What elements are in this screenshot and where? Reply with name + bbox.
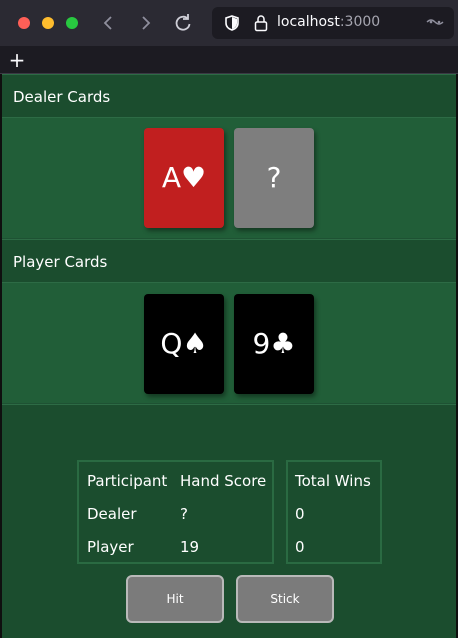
player-card-1: Q♠ [144,294,224,394]
shield-icon[interactable] [225,15,239,31]
new-tab-icon[interactable]: + [8,46,26,74]
score-table: Participant Hand Score Dealer ? Player 1… [77,460,274,564]
player-card-area: Q♠ 9♣ [2,283,456,403]
dealer-name-cell: Dealer [87,505,137,523]
minimize-window-button[interactable] [42,17,54,29]
participant-header: Participant [87,472,168,490]
reload-icon[interactable] [171,11,195,35]
close-window-button[interactable] [18,17,30,29]
browser-titlebar: localhost:3000 [0,0,458,46]
player-name-cell: Player [87,538,134,556]
dealer-score-cell: ? [180,505,188,523]
dealer-card-1: A♥ [144,128,224,228]
stick-button[interactable]: Stick [236,575,334,623]
forward-icon[interactable] [133,11,157,35]
dealer-cards-header: Dealer Cards [2,74,456,118]
url-bar[interactable]: localhost:3000 [212,7,454,39]
url-host: localhost [277,14,340,30]
player-cards-header: Player Cards [2,239,456,283]
player-card-2: 9♣ [234,294,314,394]
maximize-window-button[interactable] [66,17,78,29]
dealer-card-2-hidden: ? [234,128,314,228]
hand-score-header: Hand Score [180,472,267,490]
lock-icon[interactable] [254,14,268,32]
player-score-cell: 19 [180,538,200,556]
total-wins-header: Total Wins [295,472,371,490]
dealer-wins-cell: 0 [295,505,305,523]
url-text[interactable]: localhost:3000 [277,14,380,30]
game-page: Dealer Cards A♥ ? Player Cards Q♠ 9♣ Par… [0,74,458,638]
player-wins-cell: 0 [295,538,305,556]
tab-strip: + [0,46,458,74]
reader-view-icon[interactable] [426,15,444,32]
back-icon[interactable] [97,11,121,35]
wins-table: Total Wins 0 0 [286,460,382,564]
dealer-card-area: A♥ ? [2,118,456,238]
hit-button[interactable]: Hit [126,575,224,623]
url-port: :3000 [339,14,381,30]
